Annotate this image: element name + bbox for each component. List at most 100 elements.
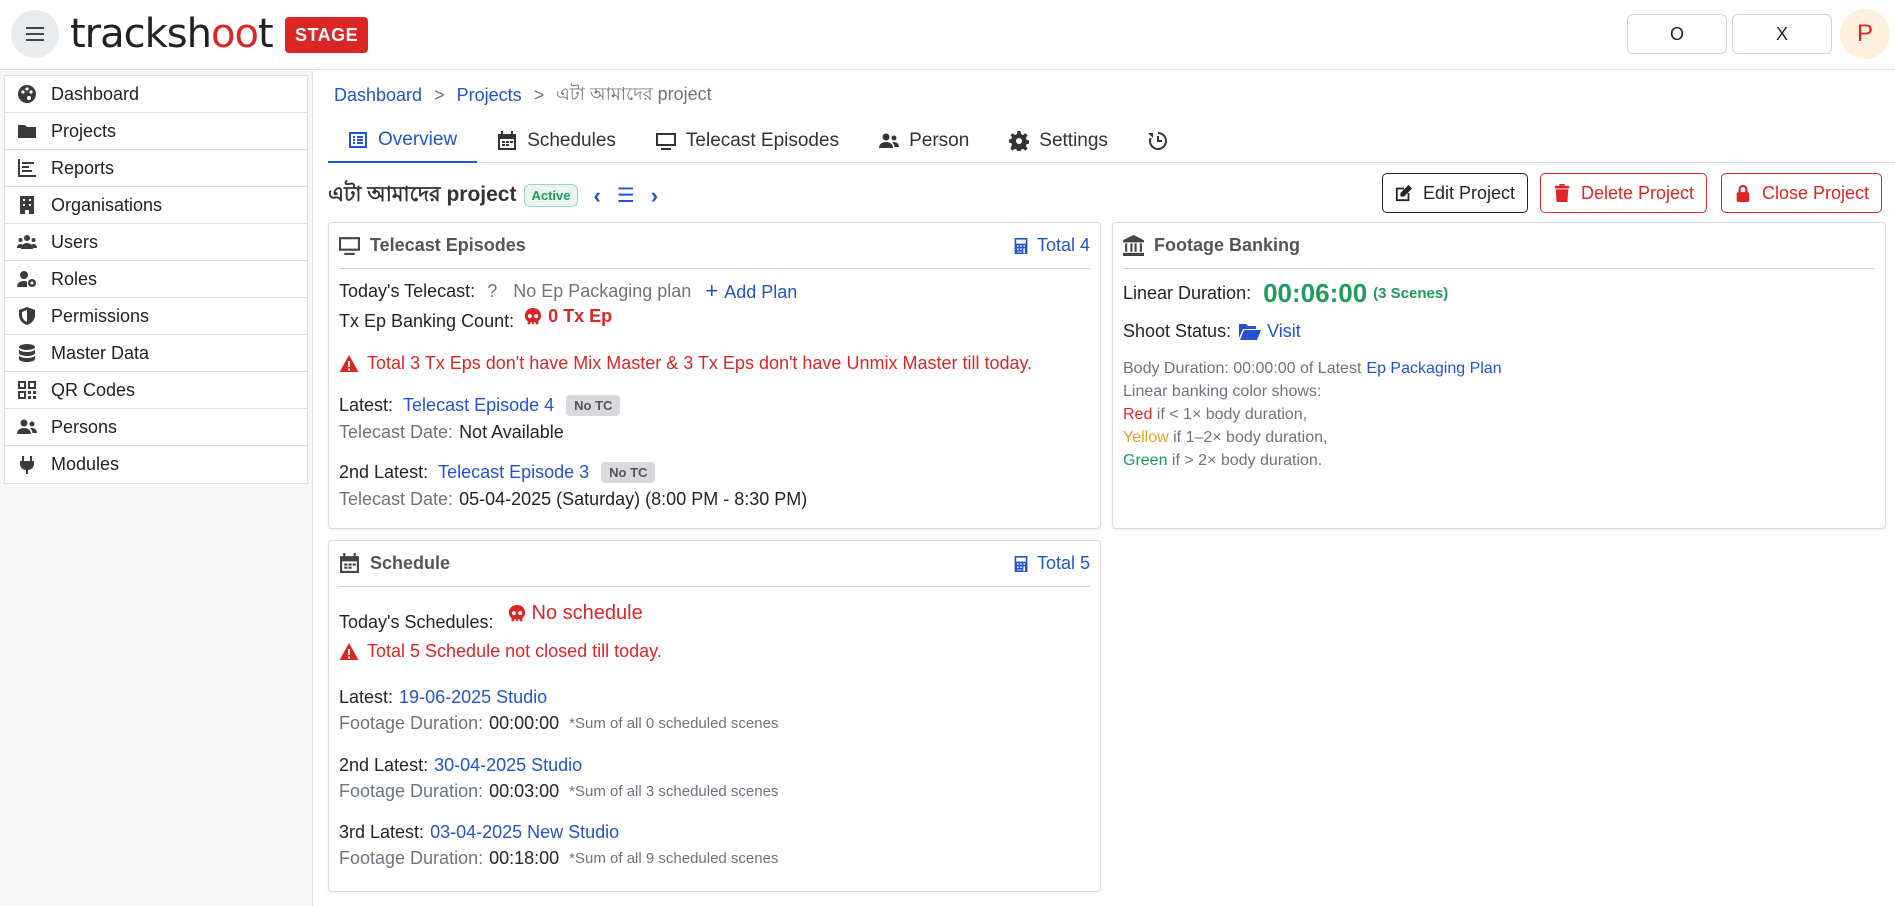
calendar-icon [498, 130, 517, 150]
sidebar-item-qr-codes[interactable]: QR Codes [5, 372, 307, 409]
legend-yellow-word: Yellow [1123, 429, 1169, 446]
sidebar-item-users[interactable]: Users [5, 224, 307, 261]
no-tc-badge: No TC [566, 395, 621, 416]
second-latest-episode-link[interactable]: Telecast Episode 3 [438, 462, 589, 483]
folder-open-icon [1239, 323, 1262, 340]
sidebar-item-roles[interactable]: Roles [5, 261, 307, 298]
o-button[interactable]: O [1627, 14, 1727, 54]
visit-link[interactable]: Visit [1239, 321, 1301, 342]
breadcrumb-dashboard-link[interactable]: Dashboard [334, 85, 422, 106]
sidebar-item-label: Reports [51, 157, 115, 178]
second-latest-episode-row: 2nd Latest: Telecast Episode 3 No TC [339, 462, 656, 483]
tv-icon [339, 237, 360, 255]
sidebar-item-modules[interactable]: Modules [5, 446, 307, 483]
add-plan-link[interactable]: + Add Plan [705, 278, 797, 304]
add-plan-label: Add Plan [724, 282, 798, 302]
row-label: Linear Duration: [1123, 283, 1252, 303]
row-label: Latest: [339, 687, 394, 707]
sidebar-item-label: Permissions [51, 305, 150, 326]
row-label: Footage Duration: [339, 713, 484, 733]
trash-icon [1554, 184, 1570, 202]
row-label: Shoot Status: [1123, 321, 1232, 341]
sidebar-item-label: Master Data [51, 342, 150, 363]
breadcrumb-projects-link[interactable]: Projects [457, 85, 522, 106]
tab-settings[interactable]: Settings [989, 118, 1128, 163]
ep-packaging-plan-link[interactable]: Ep Packaging Plan [1366, 360, 1501, 378]
database-icon [19, 344, 35, 362]
latest-episode-link[interactable]: Telecast Episode 4 [403, 395, 554, 416]
legend-yellow-rest: if 1–2× body duration, [1168, 429, 1328, 446]
plug-icon [20, 455, 34, 474]
edit-project-button[interactable]: Edit Project [1382, 173, 1529, 213]
close-project-button[interactable]: Close Project [1721, 173, 1883, 213]
second-schedule-link[interactable]: 30-04-2025 Studio [434, 755, 582, 776]
footage-duration-value: 00:00:00 [489, 713, 560, 733]
latest-telecast-date-row: Telecast Date: Not Available [339, 422, 564, 443]
breadcrumb-current: এটা আমাদের project [556, 84, 712, 104]
legend-green: Green if > 2× body duration. [1123, 452, 1322, 470]
menu-toggle-button[interactable] [11, 10, 59, 58]
tab-schedules[interactable]: Schedules [477, 118, 636, 163]
calendar-icon [340, 553, 359, 573]
value-text: No schedule [531, 602, 643, 624]
second-schedule-row: 2nd Latest: 30-04-2025 Studio [339, 755, 582, 776]
sidebar-item-projects[interactable]: Projects [5, 113, 307, 150]
sidebar-item-permissions[interactable]: Permissions [5, 298, 307, 335]
question-icon: ? [487, 280, 498, 301]
total-episodes-link[interactable]: Total 4 [1013, 235, 1090, 256]
project-list-icon[interactable]: ☰ [617, 183, 635, 208]
sidebar-item-persons[interactable]: Persons [5, 409, 307, 446]
sidebar-item-master-data[interactable]: Master Data [5, 335, 307, 372]
app-logo[interactable]: trackshoot [70, 12, 274, 56]
todays-telecast-row: Today's Telecast: ? No Ep Packaging plan… [339, 278, 797, 304]
tab-telecast-episodes[interactable]: Telecast Episodes [636, 118, 859, 163]
skull-icon [525, 307, 542, 324]
next-project-icon[interactable]: › [651, 183, 658, 209]
telecast-date-value: Not Available [459, 422, 564, 442]
bank-icon [1123, 235, 1144, 256]
schedule-card: Schedule Total 5 Today's Schedules: No s… [328, 540, 1101, 892]
tv-icon [655, 132, 676, 150]
legend-green-rest: if > 2× body duration. [1167, 452, 1323, 469]
latest-schedule-link[interactable]: 19-06-2025 Studio [399, 687, 547, 708]
tab-label: Schedules [527, 129, 616, 151]
sidebar-item-organisations[interactable]: Organisations [5, 187, 307, 224]
legend-red-rest: if < 1× body duration, [1152, 406, 1308, 423]
x-button[interactable]: X [1732, 14, 1832, 54]
body-duration-label: Body Duration: 00:00:00 of Latest [1123, 360, 1362, 377]
user-group-icon [17, 419, 37, 434]
scenes-count: (3 Scenes) [1373, 285, 1449, 302]
third-schedule-link[interactable]: 03-04-2025 New Studio [430, 822, 619, 843]
sidebar-item-label: Organisations [51, 194, 163, 215]
user-avatar[interactable]: P [1840, 9, 1890, 59]
edit-icon [1395, 184, 1413, 202]
prev-project-icon[interactable]: ‹ [594, 183, 601, 209]
button-label: Delete Project [1581, 182, 1695, 203]
total-schedules-link[interactable]: Total 5 [1013, 553, 1090, 574]
card-title-text: Footage Banking [1154, 235, 1301, 255]
lock-icon [1736, 184, 1750, 202]
latest-episode-row: Latest: Telecast Episode 4 No TC [339, 395, 621, 416]
row-label: Today's Schedules: [339, 612, 494, 632]
tab-person[interactable]: Person [859, 118, 989, 163]
sidebar-item-label: QR Codes [51, 379, 136, 400]
plus-icon: + [705, 278, 719, 303]
row-label: Footage Duration: [339, 781, 484, 801]
no-tc-badge: No TC [601, 462, 656, 483]
warning-text: Total 3 Tx Eps don't have Mix Master & 3… [367, 353, 1033, 373]
second-telecast-date-row: Telecast Date: 05-04-2025 (Saturday) (8:… [339, 489, 807, 510]
tab-label: Telecast Episodes [685, 129, 840, 151]
sidebar-item-label: Roles [51, 268, 98, 289]
sidebar-item-reports[interactable]: Reports [5, 150, 307, 187]
user-gear-icon [17, 271, 36, 287]
total-label: Total 4 [1036, 235, 1090, 255]
row-label: Latest: [339, 395, 394, 415]
card-title-text: Schedule [370, 553, 451, 573]
sidebar-menu: Dashboard Projects Reports Organisations… [4, 75, 308, 484]
project-title: এটা আমাদের project [328, 183, 517, 206]
tab-history[interactable] [1128, 118, 1198, 163]
tab-overview[interactable]: Overview [328, 118, 478, 163]
sidebar-item-dashboard[interactable]: Dashboard [5, 76, 307, 113]
delete-project-button[interactable]: Delete Project [1540, 173, 1708, 213]
scenes-note: *Sum of all 9 scheduled scenes [569, 850, 779, 867]
